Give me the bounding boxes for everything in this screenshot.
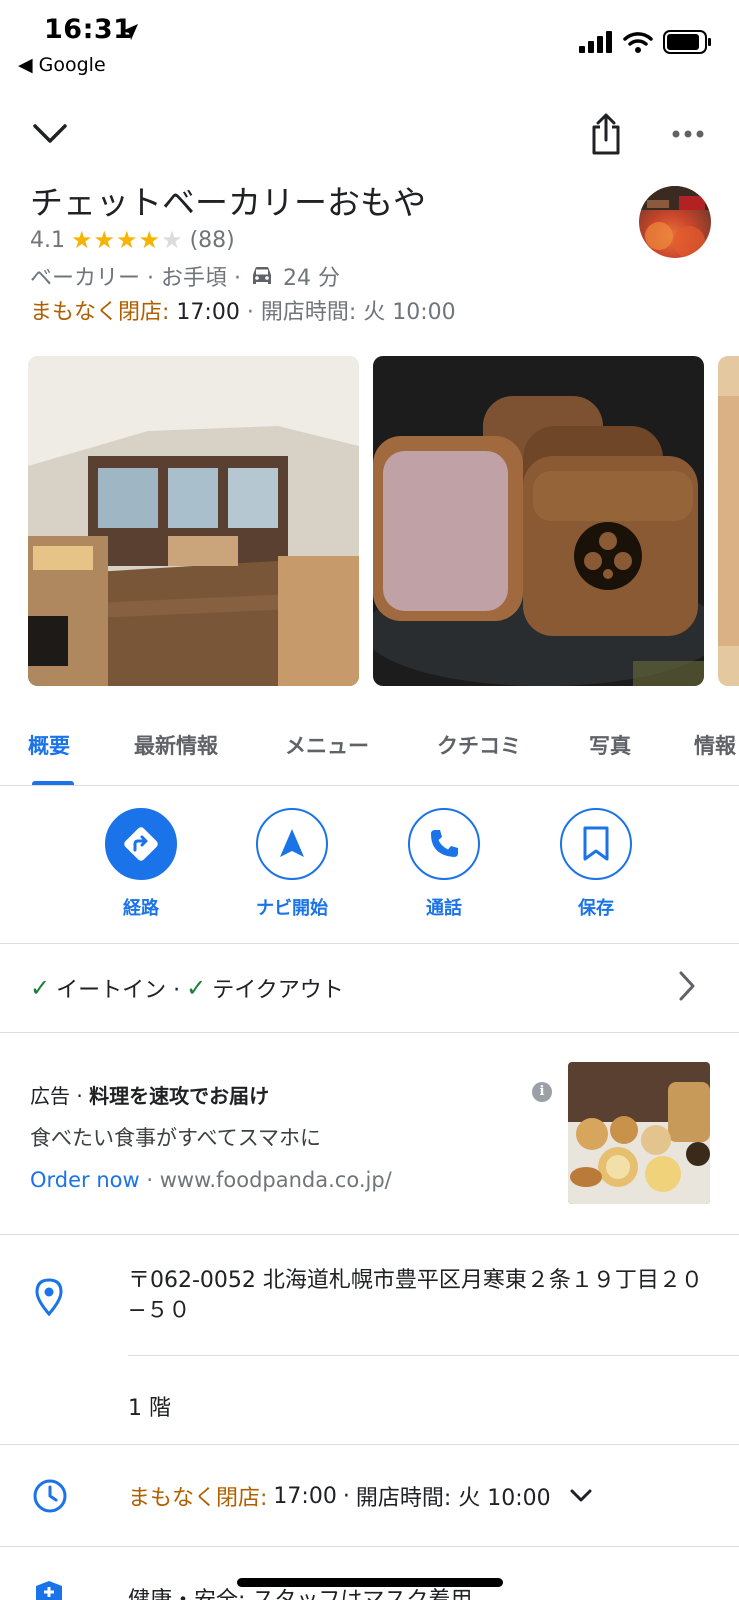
divider [0, 1032, 739, 1033]
clock-icon [33, 1479, 67, 1513]
tab-bar: 概要 最新情報 メニュー クチコミ 写真 情報 [0, 720, 739, 786]
interior-photo-image [28, 356, 359, 686]
status-icons [579, 30, 711, 54]
rating-value: 4.1 [30, 227, 65, 253]
ad-description: 食べたい食事がすべてスマホに [30, 1126, 322, 1150]
chevron-right-icon[interactable] [678, 970, 696, 1002]
check-icon: ✓ [30, 974, 51, 1002]
collapse-button[interactable] [28, 112, 72, 156]
signal-icon [579, 31, 612, 53]
next-photo-peek[interactable] [718, 356, 739, 686]
ad-title-line[interactable]: 広告 · 料理を速攻でお届け [30, 1080, 269, 1109]
divider [0, 1234, 739, 1235]
tab-updates[interactable]: 最新情報 [134, 730, 218, 760]
directions-icon [124, 827, 158, 861]
ad-cta[interactable]: Order now [30, 1168, 140, 1192]
avatar-photo [639, 186, 711, 258]
drive-time: 24 分 [282, 266, 340, 291]
closing-time: 17:00 [176, 300, 240, 325]
rating-line[interactable]: 4.1 ★★★★★ (88) [30, 226, 235, 254]
call-circle [408, 808, 480, 880]
place-title: チェットベーカリーおもや [30, 183, 426, 222]
divider [0, 1444, 739, 1445]
tab-photos[interactable]: 写真 [589, 730, 631, 760]
call-label: 通話 [426, 898, 462, 919]
check-icon: ✓ [186, 974, 207, 1002]
more-horizontal-icon [672, 130, 704, 138]
hours-row[interactable]: まもなく閉店: 17:00 · 開店時間: 火 10:00 [128, 1480, 593, 1512]
address-text[interactable]: 〒062-0052 北海道札幌市豊平区月寒東２条１９丁目２０−５０ [128, 1266, 718, 1326]
hours-summary[interactable]: まもなく閉店: 17:00 · 開店時間: 火 10:00 [30, 294, 456, 326]
ad-url: · www.foodpanda.co.jp/ [146, 1168, 392, 1192]
closing-soon-label: まもなく閉店: [30, 300, 170, 325]
save-circle [560, 808, 632, 880]
back-to-google-link[interactable]: ◀ Google [18, 54, 106, 76]
more-options-button[interactable] [666, 118, 710, 150]
floor-text[interactable]: 1 階 [128, 1390, 171, 1422]
closing-soon-label: まもなく閉店: [128, 1486, 268, 1511]
bookmark-icon [583, 826, 609, 861]
chevron-down-icon [33, 124, 67, 143]
expand-hours-icon[interactable] [569, 1488, 593, 1504]
tab-info[interactable]: 情報 [694, 730, 736, 760]
save-button[interactable]: 保存 [531, 808, 661, 920]
ad-title: 料理を速攻でお届け [89, 1084, 270, 1108]
service-options-row[interactable]: ✓ イートイン · ✓ テイクアウト [30, 972, 344, 1004]
tab-reviews[interactable]: クチコミ [437, 730, 521, 760]
closing-time: 17:00 [273, 1483, 337, 1509]
directions-button[interactable]: 経路 [76, 808, 206, 920]
navigation-circle [256, 808, 328, 880]
divider [0, 1546, 739, 1547]
open-info: 開店時間: 火 10:00 [355, 1486, 551, 1511]
place-avatar[interactable] [639, 186, 711, 258]
home-indicator [237, 1578, 503, 1587]
divider [0, 943, 739, 944]
navigation-label: ナビ開始 [256, 898, 328, 919]
health-shield-icon [36, 1581, 62, 1600]
save-label: 保存 [578, 898, 614, 919]
category-price: ベーカリー · お手頃 · [30, 266, 241, 291]
ad-info-icon[interactable]: i [532, 1082, 552, 1102]
directions-circle [105, 808, 177, 880]
divider [128, 1355, 739, 1356]
hours-separator: · [342, 1483, 350, 1509]
hours-separator: · [246, 300, 254, 325]
start-navigation-button[interactable]: ナビ開始 [227, 808, 357, 920]
wifi-icon [623, 32, 653, 53]
bread-photo[interactable] [373, 356, 704, 686]
ad-link[interactable]: Order now · www.foodpanda.co.jp/ [30, 1168, 392, 1192]
car-icon [252, 267, 271, 284]
eat-in-label: イートイン · [56, 978, 181, 1003]
call-button[interactable]: 通話 [379, 808, 509, 920]
location-pin-icon [35, 1278, 63, 1316]
takeout-label: テイクアウト [212, 978, 344, 1003]
navigation-icon [280, 829, 304, 857]
share-button[interactable] [584, 110, 628, 158]
share-icon [592, 113, 620, 155]
next-photo-image [718, 356, 739, 686]
ad-bakery-photo [568, 1062, 710, 1204]
tab-menu[interactable]: メニュー [285, 730, 369, 760]
directions-label: 経路 [123, 898, 159, 919]
bread-photo-image [373, 356, 704, 686]
tab-overview[interactable]: 概要 [28, 730, 70, 760]
phone-icon [431, 830, 458, 857]
category-line: ベーカリー · お手頃 · 24 分 [30, 260, 340, 292]
review-count: (88) [189, 227, 235, 253]
location-arrow-icon [122, 24, 138, 40]
battery-icon [663, 30, 711, 54]
interior-photo[interactable] [28, 356, 359, 686]
active-tab-indicator [32, 781, 74, 785]
star-rating-icon: ★★★★★ [71, 226, 184, 254]
open-info: 開店時間: 火 10:00 [260, 300, 456, 325]
ad-image[interactable] [568, 1062, 710, 1204]
ad-badge: 広告 · [30, 1084, 83, 1108]
